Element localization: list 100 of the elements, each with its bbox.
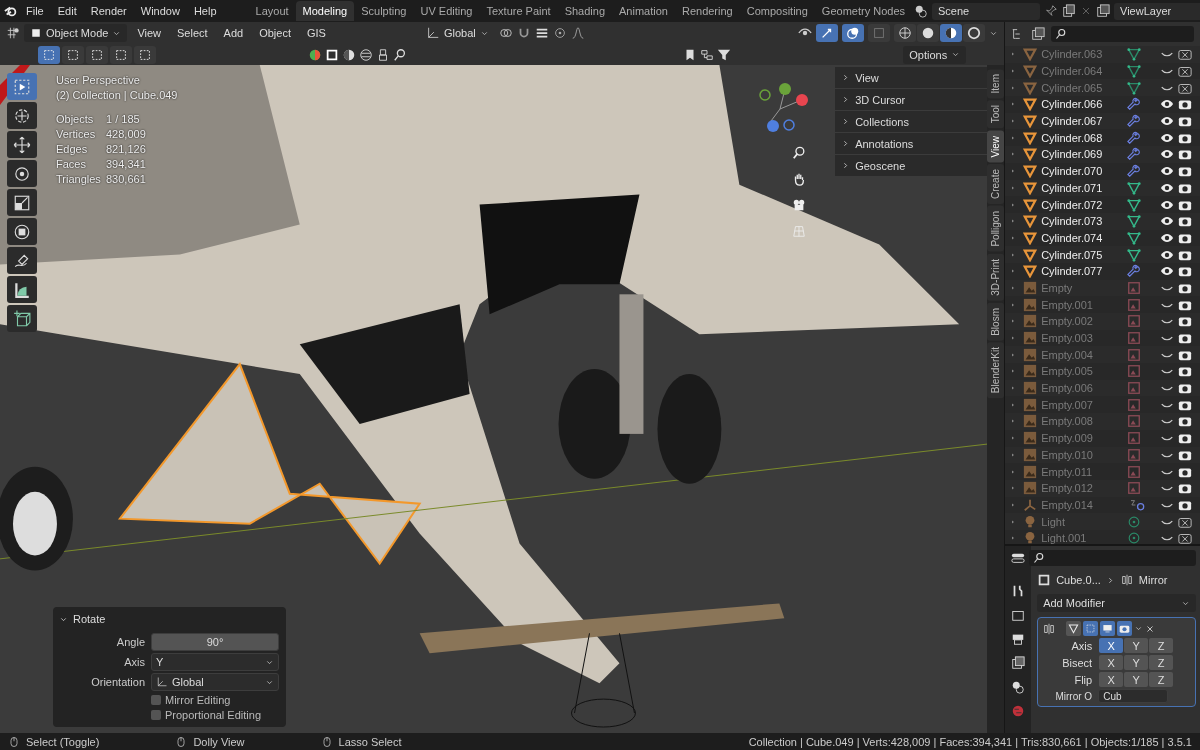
axis-toggle[interactable]: X <box>1099 655 1124 670</box>
tool-button[interactable] <box>7 247 37 274</box>
workspace-tab[interactable]: Compositing <box>739 1 815 21</box>
menu-item[interactable]: Render <box>84 2 133 20</box>
menu-item[interactable]: Help <box>187 2 223 20</box>
tool-button[interactable] <box>7 276 37 303</box>
menu-item[interactable]: Edit <box>51 2 83 20</box>
scene-field[interactable]: Scene <box>932 2 1040 20</box>
modifier-toggle[interactable] <box>1117 621 1133 636</box>
axis-toggle[interactable]: X <box>1099 672 1124 687</box>
workspace-tab[interactable]: UV Editing <box>413 1 480 21</box>
viewport-menu[interactable]: GIS <box>301 24 332 42</box>
dropdown-field[interactable]: Global <box>151 673 279 691</box>
outliner-item[interactable]: Cylinder.069 <box>1041 148 1128 161</box>
selection-mode-button[interactable] <box>110 45 132 64</box>
workspace-tab[interactable]: Sculpting <box>354 1 414 21</box>
selection-mode-button[interactable] <box>38 45 60 64</box>
viewport-menu[interactable]: Add <box>217 24 250 42</box>
tool-button[interactable] <box>7 131 37 158</box>
selection-mode-button[interactable] <box>86 45 108 64</box>
shading-button[interactable] <box>940 24 963 42</box>
axis-toggle[interactable]: Z <box>1149 672 1174 687</box>
outliner-item[interactable]: Cylinder.072 <box>1041 198 1128 211</box>
add-modifier-dropdown[interactable]: Add Modifier <box>1037 594 1196 612</box>
properties-search-field[interactable] <box>1029 550 1196 566</box>
axis-toggle[interactable]: X <box>1099 638 1124 653</box>
tool-button[interactable] <box>7 160 37 187</box>
shading-button[interactable] <box>963 24 986 42</box>
sidebar-tab[interactable]: Item <box>987 69 1005 99</box>
viewport-menu[interactable]: View <box>131 24 168 42</box>
sidebar-tab[interactable]: Create <box>987 164 1005 205</box>
modifier-toggle[interactable] <box>1066 621 1082 636</box>
outliner-item[interactable]: Empty.001 <box>1041 298 1128 311</box>
outliner-item[interactable]: Cylinder.077 <box>1041 265 1128 278</box>
view-layer-field[interactable]: ViewLayer <box>1114 2 1200 20</box>
selection-mode-button[interactable] <box>134 45 156 64</box>
axis-toggle[interactable]: Z <box>1149 655 1174 670</box>
checkbox[interactable]: Mirror Editing <box>151 694 231 706</box>
axis-toggle[interactable]: Y <box>1124 638 1149 653</box>
workspace-tab[interactable]: Layout <box>248 1 296 21</box>
sidebar-tab[interactable]: 3D-Print <box>987 253 1005 301</box>
outliner-item[interactable]: Empty.005 <box>1041 365 1128 378</box>
gizmo-toggle[interactable] <box>816 24 839 42</box>
number-field[interactable]: 90° <box>151 633 279 651</box>
sidebar-tab[interactable]: View <box>987 130 1005 163</box>
tool-button[interactable] <box>7 218 37 245</box>
checkbox[interactable]: Proportional Editing <box>151 709 261 721</box>
orientation-dropdown[interactable]: Global <box>419 23 495 43</box>
mirror-object-field[interactable]: Cub <box>1098 689 1169 703</box>
sidebar-panel-header[interactable]: Geoscene <box>835 155 988 176</box>
sidebar-tab[interactable]: Tool <box>987 100 1005 129</box>
outliner-item[interactable]: Empty.011 <box>1041 465 1128 478</box>
mode-dropdown[interactable]: Object Mode <box>24 24 128 42</box>
shading-button[interactable] <box>894 24 917 42</box>
overlay-toggle[interactable] <box>842 24 865 42</box>
outliner-item[interactable]: Cylinder.074 <box>1041 231 1128 244</box>
workspace-tab[interactable]: Modeling <box>295 1 355 21</box>
tool-button[interactable] <box>7 102 37 129</box>
viewport-menu[interactable]: Object <box>253 24 297 42</box>
outliner-search-field[interactable] <box>1051 26 1194 42</box>
outliner-item[interactable]: Empty.007 <box>1041 398 1128 411</box>
modifier-toggle[interactable] <box>1083 621 1099 636</box>
viewport-menu[interactable]: Select <box>171 24 214 42</box>
workspace-tab[interactable]: Shading <box>557 1 613 21</box>
outliner-item[interactable]: Empty.009 <box>1041 432 1128 445</box>
workspace-tab[interactable]: Geometry Nodes <box>814 1 912 21</box>
sidebar-tab[interactable]: Blosm <box>987 302 1005 341</box>
axis-toggle[interactable]: Z <box>1149 638 1174 653</box>
menu-item[interactable]: File <box>20 2 50 20</box>
sidebar-panel-header[interactable]: Collections <box>835 111 988 132</box>
sidebar-tab[interactable]: Polligon <box>987 206 1005 252</box>
outliner-item[interactable]: Empty.003 <box>1041 332 1128 345</box>
workspace-tab[interactable]: Texture Paint <box>479 1 558 21</box>
outliner-item[interactable]: Cylinder.075 <box>1041 248 1128 261</box>
sidebar-panel-header[interactable]: Annotations <box>835 133 988 154</box>
xray-toggle[interactable] <box>868 24 891 42</box>
axis-toggle[interactable]: Y <box>1124 672 1149 687</box>
shading-button[interactable] <box>917 24 940 42</box>
options-dropdown[interactable]: Options <box>903 45 967 64</box>
outliner-item[interactable]: Light.001 <box>1041 532 1128 544</box>
tool-button[interactable] <box>7 305 37 332</box>
menu-item[interactable]: Window <box>134 2 186 20</box>
sidebar-tab[interactable]: BlenderKit <box>987 342 1005 399</box>
tool-button[interactable] <box>7 189 37 216</box>
workspace-tab[interactable]: Rendering <box>674 1 740 21</box>
dropdown-field[interactable]: Y <box>151 653 279 671</box>
modifier-toggle[interactable] <box>1100 621 1116 636</box>
outliner-item[interactable]: Cylinder.068 <box>1041 131 1128 144</box>
outliner-item[interactable]: Cylinder.071 <box>1041 181 1128 194</box>
selection-mode-button[interactable] <box>62 45 84 64</box>
outliner-item[interactable]: Empty.014 <box>1041 498 1128 511</box>
workspace-tab[interactable]: Animation <box>612 1 675 21</box>
sidebar-panel-header[interactable]: View <box>835 67 988 88</box>
outliner-item[interactable]: Cylinder.064 <box>1041 65 1128 78</box>
axis-toggle[interactable]: Y <box>1124 655 1149 670</box>
outliner-item[interactable]: Cylinder.067 <box>1041 115 1128 128</box>
outliner-item[interactable]: Cylinder.066 <box>1041 98 1128 111</box>
sidebar-panel-header[interactable]: 3D Cursor <box>835 89 988 110</box>
outliner-item[interactable]: Cylinder.070 <box>1041 165 1128 178</box>
outliner-item[interactable]: Cylinder.073 <box>1041 215 1128 228</box>
